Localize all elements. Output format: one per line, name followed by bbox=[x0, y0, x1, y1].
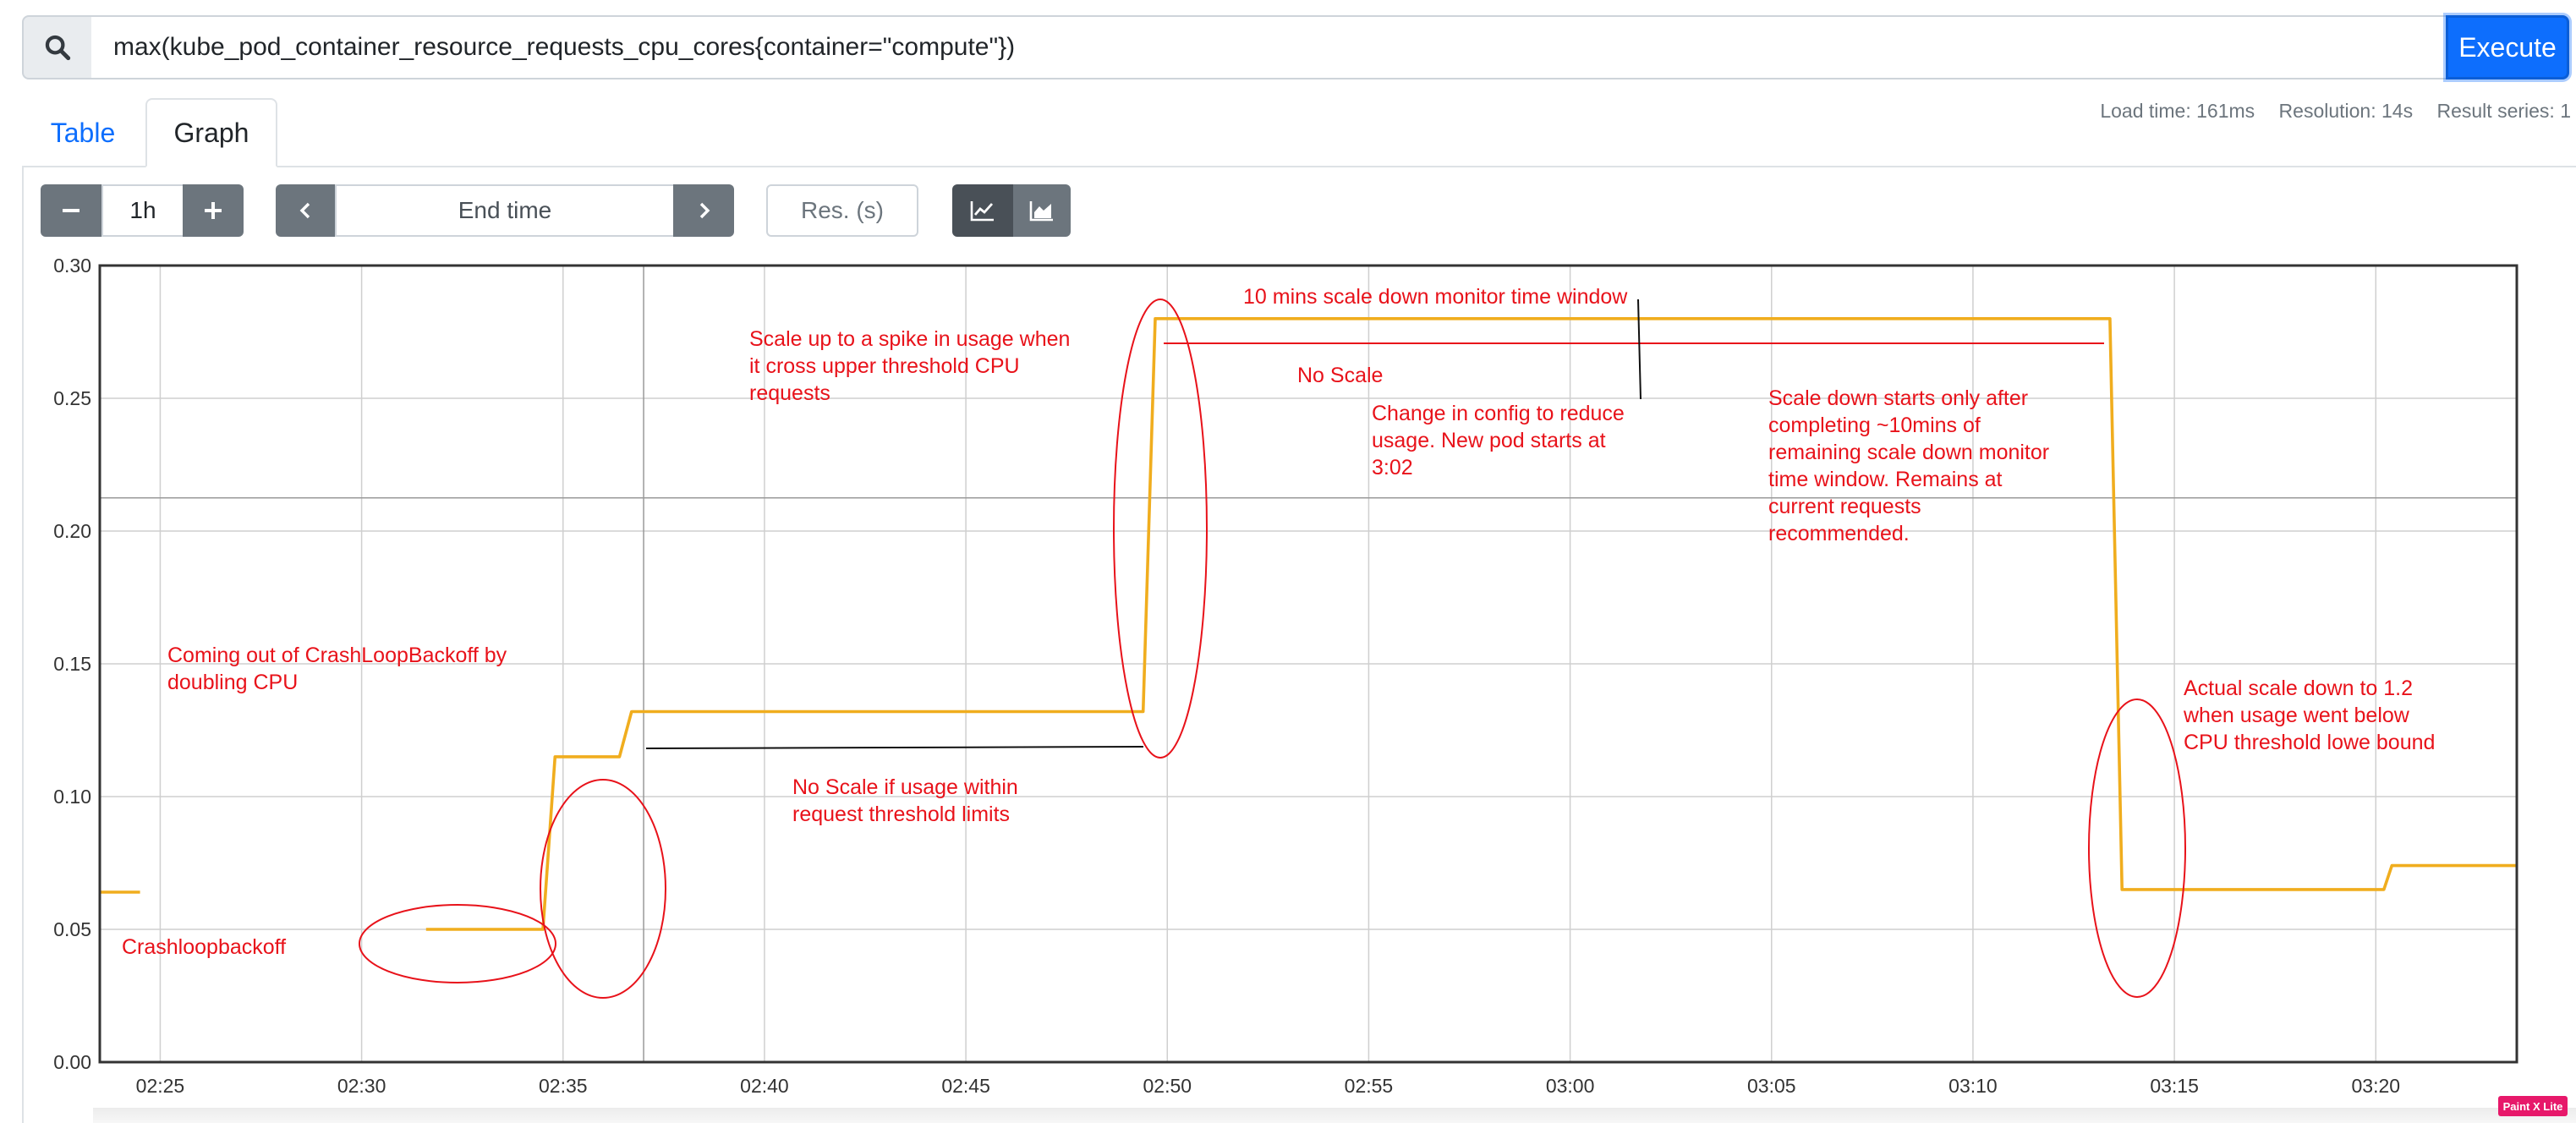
x-tick-label: 02:25 bbox=[136, 1075, 185, 1097]
scrollbar-track bbox=[93, 1108, 2576, 1123]
x-tick-label: 02:55 bbox=[1345, 1075, 1394, 1097]
annotation-text: usage. New pod starts at bbox=[1372, 429, 1606, 452]
x-tick-label: 03:05 bbox=[1747, 1075, 1796, 1097]
x-tick-label: 02:30 bbox=[337, 1075, 386, 1097]
annotations: Crashloopbackoff Coming out of CrashLoopB… bbox=[122, 285, 2435, 959]
annotation-ellipse bbox=[359, 904, 556, 983]
annotation-ellipse bbox=[1113, 299, 1208, 759]
x-tick-label: 02:40 bbox=[740, 1075, 789, 1097]
annotation-text: Change in config to reduce bbox=[1372, 402, 1625, 425]
annotation-text: CPU threshold lowe bound bbox=[2184, 731, 2435, 754]
annotation-pointer-line bbox=[645, 746, 1144, 749]
graph-chart[interactable]: 0.00 0.05 0.10 0.15 0.20 0.25 0.30 02:25 02:30 02… bbox=[0, 0, 2576, 1123]
axes: 0.00 0.05 0.10 0.15 0.20 0.25 0.30 02:25 02:30 02… bbox=[53, 255, 2518, 1097]
y-tick-label: 0.30 bbox=[53, 255, 91, 277]
watermark: Paint X Lite bbox=[2498, 1096, 2568, 1116]
x-tick-label: 03:15 bbox=[2150, 1075, 2199, 1097]
annotation-text: time window. Remains at bbox=[1768, 468, 2003, 491]
y-tick-label: 0.05 bbox=[53, 918, 91, 940]
annotation-text: Actual scale down to 1.2 bbox=[2184, 677, 2413, 700]
annotation-text: No Scale if usage within bbox=[792, 775, 1018, 799]
annotation-text: current requests bbox=[1768, 495, 1921, 518]
annotation-text: request threshold limits bbox=[792, 803, 1010, 826]
annotation-text: Scale down starts only after bbox=[1768, 386, 2028, 410]
annotation-text: it cross upper threshold CPU bbox=[749, 354, 1020, 378]
y-tick-label: 0.20 bbox=[53, 520, 91, 542]
x-tick-label: 03:10 bbox=[1948, 1075, 1998, 1097]
annotation-pointer-line bbox=[1637, 299, 1642, 400]
prometheus-app: { "query": { "expression": "max(kube_pod… bbox=[0, 0, 2576, 1123]
annotation-ellipse bbox=[540, 779, 666, 999]
tab-graph[interactable]: Graph bbox=[145, 98, 277, 167]
x-tick-label: 02:35 bbox=[539, 1075, 588, 1097]
x-tick-label: 03:20 bbox=[2352, 1075, 2401, 1097]
y-tick-label: 0.15 bbox=[53, 653, 91, 675]
annotation-text: 10 mins scale down monitor time window bbox=[1243, 285, 1628, 309]
annotation-text: Coming out of CrashLoopBackoff by bbox=[167, 644, 507, 667]
annotation-text: doubling CPU bbox=[167, 671, 298, 694]
annotation-text: remaining scale down monitor bbox=[1768, 441, 2049, 464]
y-tick-label: 0.10 bbox=[53, 786, 91, 808]
annotation-text: requests bbox=[749, 381, 830, 405]
annotation-text: when usage went below bbox=[2183, 704, 2410, 727]
annotation-text: No Scale bbox=[1297, 364, 1383, 387]
annotation-text: 3:02 bbox=[1372, 456, 1413, 479]
annotation-ellipse bbox=[2088, 698, 2186, 998]
annotation-text: Crashloopbackoff bbox=[122, 935, 286, 959]
x-tick-label: 02:45 bbox=[941, 1075, 990, 1097]
annotation-text: recommended. bbox=[1768, 522, 1910, 545]
x-tick-label: 02:50 bbox=[1143, 1075, 1192, 1097]
y-tick-label: 0.25 bbox=[53, 387, 91, 409]
y-tick-label: 0.00 bbox=[53, 1051, 91, 1073]
x-tick-label: 03:00 bbox=[1546, 1075, 1595, 1097]
series-lines bbox=[100, 316, 2517, 931]
annotation-text: Scale up to a spike in usage when bbox=[749, 327, 1070, 351]
annotation-text: completing ~10mins of bbox=[1768, 414, 1981, 437]
